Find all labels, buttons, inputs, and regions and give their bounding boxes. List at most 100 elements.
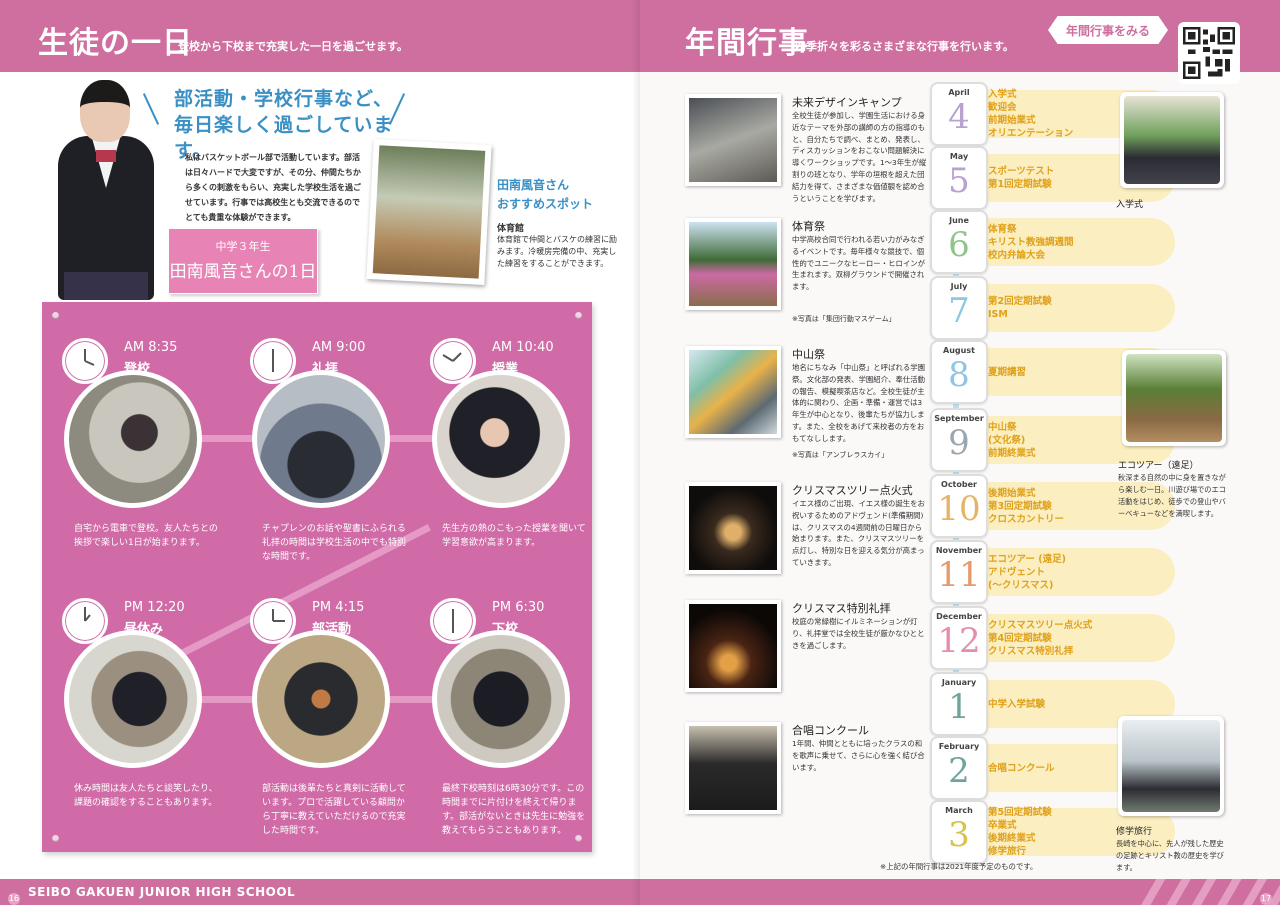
month-name: February <box>938 742 980 751</box>
month-name: September <box>934 414 984 423</box>
page-title: 年間行事 <box>685 26 809 61</box>
headline-line-1: 部活動・学校行事など、 <box>174 88 394 110</box>
page-title: 生徒の一日 <box>38 26 193 61</box>
month-badge: October 10 <box>930 474 988 538</box>
month-events: 後期始業式 第3回定期試験 クロスカントリー <box>988 487 1064 526</box>
month-events: スポーツテスト 第1回定期試験 <box>988 165 1054 191</box>
month-event-item: キリスト教強調週間 <box>988 236 1074 248</box>
month-name: April <box>948 88 970 97</box>
month-badge: January 1 <box>930 672 988 736</box>
schedule-photo <box>252 630 390 768</box>
month-event-item: (～クリスマス) <box>988 579 1054 591</box>
month-event-item: エコツアー (遠足) <box>988 553 1066 565</box>
schedule-time: PM 4:15 <box>312 600 365 615</box>
schedule-photo <box>64 630 202 768</box>
clock-icon <box>62 338 108 384</box>
month-event-item: 後期終業式 <box>988 833 1036 844</box>
qr-code-icon[interactable] <box>1178 22 1240 84</box>
month-event-item: オリエンテーション <box>988 128 1074 139</box>
event-text: 1年間、仲間とともに培ったクラスの和を歌声に乗せて、さらに心を強く結び合います。 <box>792 739 925 772</box>
month-event-item: 前期終業式 <box>988 447 1036 459</box>
month-events: 合唱コンクール <box>988 762 1055 775</box>
school-name: SEIBO GAKUEN JUNIOR HIGH SCHOOL <box>28 885 296 899</box>
event-text: 地名にちなみ「中山祭」と呼ばれる学園祭。文化部の発表、学園紹介、奉仕活動の報告、… <box>792 363 926 443</box>
month-event-item: 修学旅行 <box>988 846 1027 857</box>
schedule-time: AM 9:00 <box>312 340 366 355</box>
month-event-item: 入学式 <box>988 89 1017 100</box>
intro-text: 私はバスケットボール部で活動しています。部活は日々ハードで大変ですが、その分、仲… <box>185 153 361 222</box>
month-events: 中学入学試験 <box>988 698 1045 711</box>
left-page: 生徒の一日 登校から下校まで充実した一日を過ごせます。 部活動・学校行事など、 … <box>0 0 640 905</box>
event-name: 体育祭 <box>792 220 825 233</box>
annual-events-link-button[interactable]: 年間行事をみる <box>1048 16 1168 44</box>
month-events: 第5回定期試験 卒業式 後期終業式 修学旅行 <box>988 806 1052 858</box>
month-name: January <box>941 678 977 687</box>
month-number: 10 <box>937 489 981 529</box>
event-name: クリスマスツリー点火式 <box>792 484 913 497</box>
event-name: 合唱コンクール <box>792 724 869 737</box>
month-badge: November 11 <box>930 540 988 604</box>
caption-school-trip-desc: 長崎を中心に、先人が残した歴史の足跡とキリスト教の歴史を学びます。 <box>1116 839 1224 872</box>
month-event-item: 中山祭 <box>988 421 1017 433</box>
clock-icon <box>62 598 108 644</box>
entrance-ceremony-photo <box>1120 92 1224 188</box>
month-name: August <box>943 346 975 355</box>
footnote: ※上記の年間行事は2021年度予定のものです。 <box>880 862 1038 871</box>
month-badge: May 5 <box>930 146 988 210</box>
event-photo <box>685 218 781 310</box>
page-number: 17 <box>1260 893 1272 905</box>
schedule-description: 休み時間は友人たちと談笑したり、課題の確認をすることもあります。 <box>74 784 218 808</box>
school-trip-photo <box>1118 716 1224 816</box>
month-badge: February 2 <box>930 736 988 800</box>
caption-school-trip: 修学旅行 <box>1116 827 1153 837</box>
month-number: 8 <box>948 355 970 395</box>
month-event-item: 後期始業式 <box>988 487 1036 499</box>
schedule-description: 部活動は後輩たちと真剣に活動しています。プロで活躍している顧問から丁寧に教えてい… <box>262 784 406 836</box>
month-events: 体育祭 キリスト教強調週間 校内弁論大会 <box>988 223 1074 262</box>
month-events: エコツアー (遠足) アドヴェント (～クリスマス) <box>988 553 1066 592</box>
clock-icon <box>250 338 296 384</box>
month-events: 中山祭 (文化祭) 前期終業式 <box>988 421 1036 460</box>
spot-title-line-1: 田南風音さん <box>497 178 570 192</box>
schedule-description: 自宅から電車で登校。友人たちとの挨拶で楽しい1日が始まります。 <box>74 524 218 548</box>
event-text: イエス様のご出現、イエス様の誕生をお祝いするためのアドヴェンド(準備期間)は、ク… <box>792 499 925 567</box>
month-number: 4 <box>948 97 970 137</box>
schedule-slot: PM 4:15 部活動 部活動は後輩たちと真剣に活動しています。プロで活躍してい… <box>242 572 406 836</box>
schedule-photo <box>252 370 390 508</box>
left-footer-bar: SEIBO GAKUEN JUNIOR HIGH SCHOOL <box>0 879 640 905</box>
schedule-photo <box>432 630 570 768</box>
month-event-item: クリスマス特別礼拝 <box>988 645 1074 657</box>
schedule-slot: AM 10:40 授業 先生方の熱のこもった授業を聞いて学習意欲が高まります。 <box>422 312 586 572</box>
month-event-item: 体育祭 <box>988 223 1017 235</box>
month-number: 7 <box>948 291 970 331</box>
month-name: October <box>941 480 977 489</box>
month-event-item: 中学入学試験 <box>988 698 1046 710</box>
spot-title-line-2: おすすめスポット <box>497 197 594 211</box>
event-text: 校庭の常緑樹にイルミネーションが灯り、礼拝堂では全校生徒が厳かなひとときを過ごし… <box>792 617 925 650</box>
page-subtitle: 登校から下校まで充実した一日を過ごせます。 <box>178 40 408 53</box>
schedule-label: 昼休み <box>124 622 164 637</box>
clock-icon <box>430 598 476 644</box>
eco-tour-photo <box>1122 350 1226 446</box>
month-event-item: 第1回定期試験 <box>988 179 1052 190</box>
month-event-item: 第4回定期試験 <box>988 632 1052 644</box>
spot-description: 体育館で仲間とバスケの練習に励みます。冷暖房完備の中、充実した練習をすることがで… <box>497 235 617 268</box>
schedule-time: PM 6:30 <box>492 600 545 615</box>
page-subtitle: 四季折々を彩るさまざまな行事を行います。 <box>795 40 1014 53</box>
right-page: 年間行事 四季折々を彩るさまざまな行事を行います。 年間行事をみる 未来デザイン… <box>640 0 1280 905</box>
student-photo <box>52 80 160 300</box>
spot-place: 体育館 <box>497 224 525 234</box>
event-photo <box>685 722 781 814</box>
month-event-item: 第3回定期試験 <box>988 500 1052 512</box>
month-event-item: 合唱コンクール <box>988 762 1055 774</box>
schedule-slot: AM 9:00 礼拝 チャプレンのお話や聖書にふられる礼拝の時間は学校生活の中で… <box>242 312 406 572</box>
clock-icon <box>250 598 296 644</box>
month-badge: July 7 <box>930 276 988 340</box>
month-event-item: 夏期講習 <box>988 366 1027 378</box>
month-name: May <box>949 152 969 161</box>
month-badge: September 9 <box>930 408 988 472</box>
event-text: 中学高校合同で行われる若い力がみなぎるイベントです。毎年様々な競技で、個性的でユ… <box>792 235 926 292</box>
month-number: 3 <box>948 815 970 855</box>
month-event-item: 前期始業式 <box>988 115 1036 126</box>
month-badge: April 4 <box>930 82 988 146</box>
